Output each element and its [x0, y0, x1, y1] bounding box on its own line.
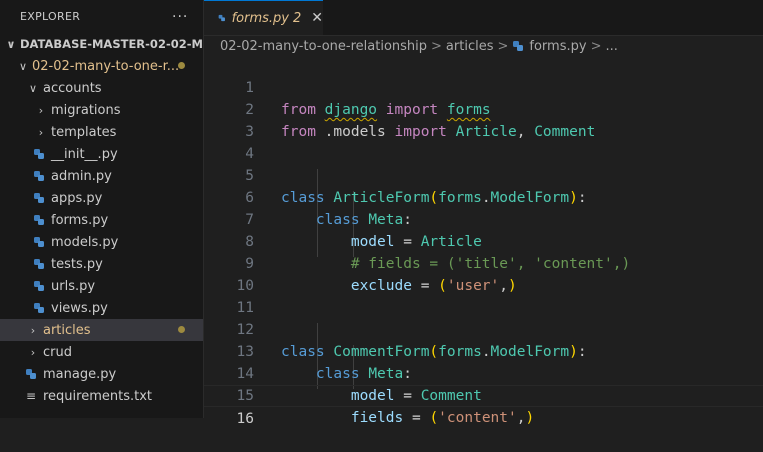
text-file-icon: ≡: [25, 389, 37, 403]
code-line: 8 # fields = ('title', 'content',): [204, 209, 763, 272]
code-line: 6 class Meta:: [204, 165, 763, 228]
tree-file-models[interactable]: models.py: [0, 231, 203, 253]
python-icon: [34, 303, 44, 313]
breadcrumb-item[interactable]: ...: [605, 39, 617, 54]
python-icon: [34, 259, 44, 269]
tree-item-label: accounts: [43, 80, 102, 96]
chevron-right-icon: ›: [30, 345, 36, 359]
python-icon: [26, 369, 36, 379]
python-icon: [513, 41, 524, 51]
breadcrumb-item[interactable]: forms.py: [529, 39, 586, 54]
code-line-current: 16: [204, 385, 763, 427]
tree-item-label: 02-02-many-to-one-r...: [32, 58, 180, 74]
python-icon: [34, 171, 44, 181]
modified-dot-icon: [178, 62, 185, 69]
tree-item-label: migrations: [51, 102, 121, 118]
python-icon: [34, 193, 44, 203]
tree-item-label: urls.py: [51, 278, 96, 294]
code-line: 9 exclude = ('user',): [204, 231, 763, 294]
code-line: 14 model = Comment: [204, 341, 763, 404]
chevron-down-icon: ∨: [6, 37, 16, 51]
code-line: 3: [204, 99, 763, 140]
code-line: 13 class Meta:: [204, 319, 763, 382]
tree-file-tests[interactable]: tests.py: [0, 253, 203, 275]
tree-item-label: apps.py: [51, 190, 103, 206]
tree-item-label: tests.py: [51, 256, 103, 272]
code-line: 7 model = Article: [204, 187, 763, 250]
tree-item-label: forms.py: [51, 212, 109, 228]
code-line: 12 class CommentForm(forms.ModelForm):: [204, 297, 763, 360]
chevron-down-icon: ∨: [28, 81, 38, 95]
tree-folder-project[interactable]: ∨ 02-02-many-to-one-r...: [0, 55, 203, 77]
chevron-right-icon: ›: [38, 103, 44, 117]
more-actions-icon[interactable]: ···: [172, 9, 188, 25]
line-number: 16: [236, 411, 254, 427]
tree-folder-articles[interactable]: › articles: [0, 319, 203, 341]
breadcrumb: 02-02-many-to-one-relationship > article…: [220, 35, 618, 57]
tree-item-label: manage.py: [43, 366, 117, 382]
code-text: fields = ('content',): [350, 410, 535, 426]
breadcrumb-item[interactable]: articles: [446, 39, 494, 54]
tab-forms-py[interactable]: forms.py 2 ✕: [204, 0, 323, 35]
tree-item-label: requirements.txt: [43, 388, 153, 404]
tree-item-label: crud: [43, 344, 72, 360]
tree-file-forms[interactable]: forms.py: [0, 209, 203, 231]
tree-item-label: admin.py: [51, 168, 112, 184]
tree-folder-crud[interactable]: › crud: [0, 341, 203, 363]
code-line: 2 from .models import Article, Comment: [204, 77, 763, 140]
code-line: 10: [204, 253, 763, 294]
tree-file-requirements[interactable]: ≡ requirements.txt: [0, 385, 203, 407]
code-line: 15 fields = ('content',): [204, 363, 763, 426]
tree-file-urls[interactable]: urls.py: [0, 275, 203, 297]
chevron-right-icon: ›: [38, 125, 44, 139]
breadcrumb-separator: >: [590, 38, 602, 54]
chevron-down-icon: ∨: [18, 59, 28, 73]
tree-folder-templates[interactable]: › templates: [0, 121, 203, 143]
tree-file-init[interactable]: __init__.py: [0, 143, 203, 165]
code-line: 4: [204, 121, 763, 162]
tree-item-label: views.py: [51, 300, 108, 316]
tree-item-label: models.py: [51, 234, 119, 250]
tree-file-apps[interactable]: apps.py: [0, 187, 203, 209]
problem-count-badge: 2: [292, 10, 302, 26]
code-line: 5 class ArticleForm(forms.ModelForm):: [204, 143, 763, 206]
tree-item-label: templates: [51, 124, 117, 140]
python-icon: [34, 281, 44, 291]
breadcrumb-separator: >: [497, 38, 509, 54]
tree-file-manage[interactable]: manage.py: [0, 363, 203, 385]
python-icon: [34, 237, 44, 247]
tree-folder-migrations[interactable]: › migrations: [0, 99, 203, 121]
code-editor[interactable]: 1 from django import forms 2 from .model…: [204, 55, 763, 427]
code-line: 1 from django import forms: [204, 55, 763, 118]
tab-label: forms.py: [231, 10, 289, 26]
code-line: 11: [204, 275, 763, 316]
breadcrumb-separator: >: [431, 38, 442, 54]
python-icon: [218, 14, 225, 22]
workspace-root[interactable]: ∨ DATABASE-MASTER-02-02-MAN...: [0, 33, 203, 55]
chevron-right-icon: ›: [30, 323, 36, 337]
tree-item-label: __init__.py: [51, 146, 118, 162]
tree-folder-accounts[interactable]: ∨ accounts: [0, 77, 203, 99]
workspace-root-label: DATABASE-MASTER-02-02-MAN...: [20, 37, 203, 51]
explorer-sidebar: EXPLORER ··· ∨ DATABASE-MASTER-02-02-MAN…: [0, 0, 204, 418]
tree-item-label: articles: [43, 322, 91, 338]
editor-tab-bar: forms.py 2 ✕: [204, 0, 763, 36]
tree-file-views[interactable]: views.py: [0, 297, 203, 319]
python-icon: [34, 215, 44, 225]
close-icon[interactable]: ✕: [311, 10, 323, 26]
tree-file-admin[interactable]: admin.py: [0, 165, 203, 187]
modified-dot-icon: [178, 326, 185, 333]
python-icon: [34, 149, 44, 159]
breadcrumb-item[interactable]: 02-02-many-to-one-relationship: [220, 39, 427, 54]
